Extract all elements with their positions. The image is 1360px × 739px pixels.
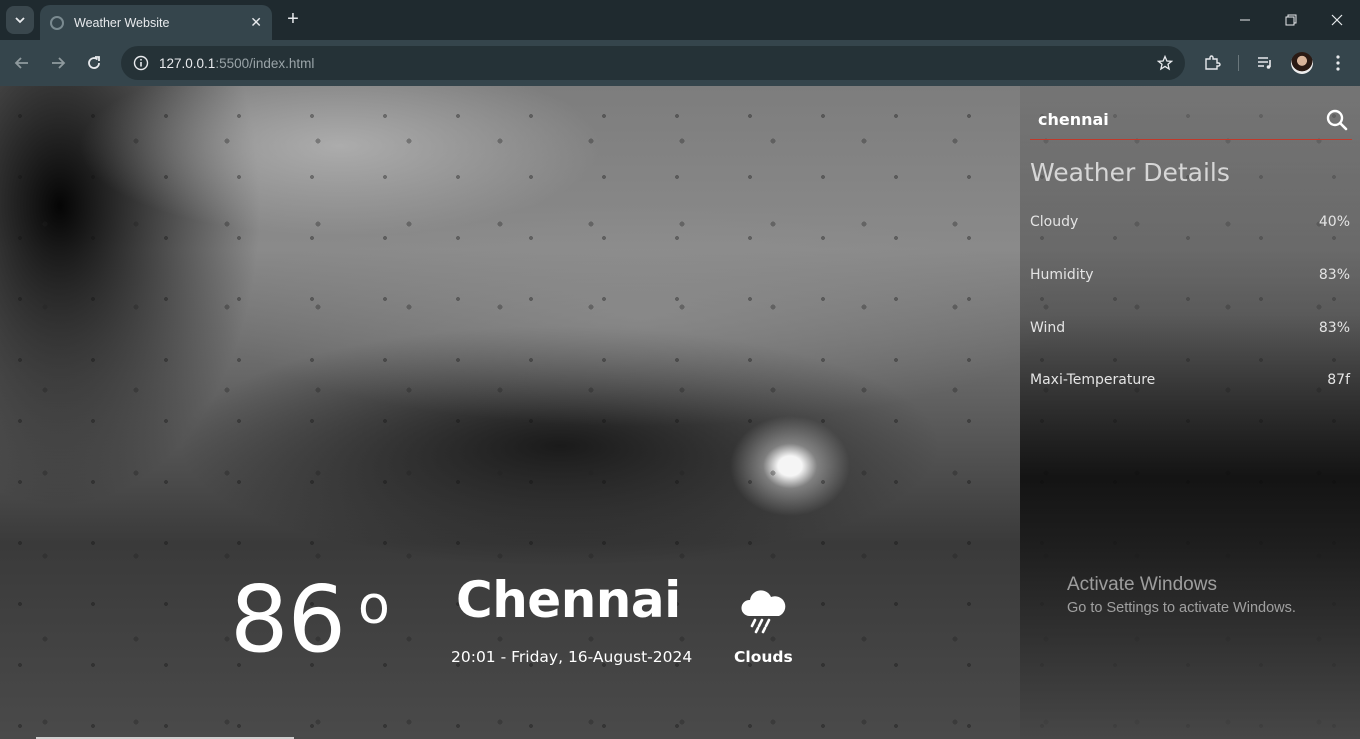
url-text: 127.0.0.1:5500/index.html bbox=[159, 56, 1157, 71]
watermark-title: Activate Windows bbox=[1067, 574, 1217, 595]
minimize-icon bbox=[1240, 19, 1250, 21]
reload-button[interactable] bbox=[81, 50, 107, 76]
temperature-value: 86 bbox=[230, 566, 346, 673]
url-path: :5500/index.html bbox=[215, 55, 315, 71]
new-tab-button[interactable]: + bbox=[282, 8, 304, 30]
detail-row-humidity: Humidity 83% bbox=[1030, 267, 1350, 283]
address-bar[interactable]: 127.0.0.1:5500/index.html bbox=[121, 46, 1185, 80]
details-title: Weather Details bbox=[1030, 158, 1230, 187]
globe-icon bbox=[50, 15, 64, 30]
search-icon bbox=[1326, 109, 1348, 130]
weather-page: 86 o Chennai 20:01 - Friday, 16-August-2… bbox=[0, 86, 1360, 739]
detail-row-max-temperature: Maxi-Temperature 87f bbox=[1030, 372, 1350, 388]
city-name: Chennai bbox=[456, 571, 681, 629]
detail-row-cloudy: Cloudy 40% bbox=[1030, 214, 1350, 230]
chevron-down-icon bbox=[15, 17, 25, 24]
info-icon[interactable] bbox=[133, 55, 149, 71]
media-control-button[interactable] bbox=[1254, 52, 1276, 74]
toolbar-divider bbox=[1238, 55, 1239, 71]
puzzle-icon bbox=[1205, 55, 1221, 70]
back-button[interactable] bbox=[9, 50, 35, 76]
detail-value: 40% bbox=[1318, 214, 1350, 230]
tab-title: Weather Website bbox=[74, 15, 170, 30]
browser-menu-button[interactable] bbox=[1327, 52, 1349, 74]
search-bar bbox=[1030, 100, 1352, 140]
date-time: 20:01 - Friday, 16-August-2024 bbox=[451, 648, 693, 666]
tab-strip: Weather Website ✕ + bbox=[0, 0, 1360, 40]
degree-symbol: o bbox=[358, 576, 390, 636]
browser-toolbar: 127.0.0.1:5500/index.html bbox=[0, 40, 1360, 86]
tab-search-button[interactable] bbox=[6, 6, 34, 34]
detail-label: Maxi-Temperature bbox=[1030, 372, 1156, 388]
detail-label: Wind bbox=[1030, 320, 1066, 336]
details-panel: Weather Details Cloudy 40% Humidity 83% … bbox=[1020, 86, 1360, 739]
detail-label: Cloudy bbox=[1030, 214, 1079, 230]
browser-tab[interactable]: Weather Website ✕ bbox=[40, 5, 272, 40]
restore-button[interactable] bbox=[1268, 0, 1314, 40]
tab-close-icon[interactable]: ✕ bbox=[250, 14, 262, 31]
profile-avatar[interactable] bbox=[1291, 52, 1313, 74]
close-window-button[interactable] bbox=[1314, 0, 1360, 40]
detail-label: Humidity bbox=[1030, 267, 1094, 283]
url-host: 127.0.0.1 bbox=[159, 55, 216, 71]
extensions-button[interactable] bbox=[1201, 52, 1223, 74]
reload-icon bbox=[88, 56, 100, 69]
condition-label: Clouds bbox=[734, 648, 793, 666]
restore-icon bbox=[1285, 14, 1297, 26]
arrow-left-icon bbox=[14, 57, 28, 69]
detail-row-wind: Wind 83% bbox=[1030, 320, 1350, 336]
star-icon[interactable] bbox=[1157, 55, 1173, 71]
playlist-icon bbox=[1258, 57, 1271, 69]
detail-value: 87f bbox=[1327, 372, 1350, 388]
detail-value: 83% bbox=[1318, 320, 1350, 336]
close-icon bbox=[1331, 14, 1343, 26]
current-weather: 86 o Chennai 20:01 - Friday, 16-August-2… bbox=[0, 86, 1020, 739]
city-search-input[interactable] bbox=[1030, 110, 1322, 129]
search-button[interactable] bbox=[1322, 105, 1352, 135]
kebab-menu-icon bbox=[1336, 55, 1340, 71]
forward-button[interactable] bbox=[45, 50, 71, 76]
watermark-subtitle: Go to Settings to activate Windows. bbox=[1067, 600, 1296, 616]
minimize-button[interactable] bbox=[1222, 0, 1268, 40]
detail-value: 83% bbox=[1318, 267, 1350, 283]
rain-cloud-icon bbox=[741, 590, 786, 634]
activate-windows-watermark: Activate Windows Go to Settings to activ… bbox=[1067, 574, 1296, 616]
arrow-right-icon bbox=[52, 57, 66, 69]
